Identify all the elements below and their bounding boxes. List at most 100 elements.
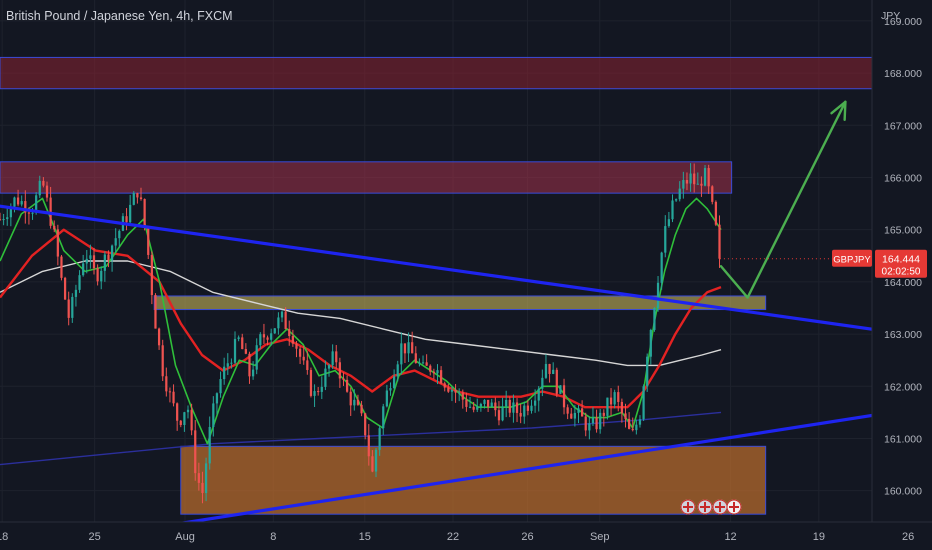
candle-up bbox=[103, 254, 106, 271]
time-tick-label: 25 bbox=[89, 531, 101, 543]
price-tick-label: 165.000 bbox=[884, 225, 922, 237]
candle-down bbox=[411, 342, 414, 354]
candle-up bbox=[219, 379, 222, 394]
candle-down bbox=[143, 199, 146, 228]
candle-up bbox=[703, 168, 707, 186]
time-tick-label: 15 bbox=[359, 531, 371, 543]
chart-title: British Pound / Japanese Yen, 4h, FXCM bbox=[6, 9, 233, 23]
candle-down bbox=[602, 412, 605, 416]
candle-down bbox=[147, 227, 150, 255]
candle-down bbox=[266, 337, 269, 340]
candle-up bbox=[20, 201, 23, 205]
candle-up bbox=[85, 258, 88, 264]
candle-down bbox=[364, 413, 367, 436]
time-tick-label: 19 bbox=[813, 531, 825, 543]
candle-up bbox=[559, 385, 562, 394]
candle-up bbox=[118, 230, 121, 239]
price-tick-label: 166.000 bbox=[884, 172, 922, 184]
projection-arrow[interactable] bbox=[719, 100, 847, 299]
candle-down bbox=[150, 254, 153, 296]
candle-down bbox=[472, 406, 475, 410]
candle-down bbox=[302, 356, 305, 361]
candle-down bbox=[0, 219, 2, 221]
candle-up bbox=[38, 180, 41, 196]
candle-up bbox=[638, 419, 642, 425]
candle-up bbox=[78, 275, 81, 290]
candle-down bbox=[248, 353, 251, 377]
candle-down bbox=[92, 255, 96, 269]
candle-up bbox=[320, 386, 323, 392]
candle-down bbox=[172, 391, 175, 404]
chart-canvas[interactable]: JPY 169.000168.000167.000166.000165.0001… bbox=[0, 0, 932, 550]
candle-up bbox=[270, 333, 273, 340]
time-tick-label: 12 bbox=[724, 531, 736, 543]
candle-up bbox=[653, 307, 656, 330]
candle-down bbox=[345, 379, 349, 392]
candle-up bbox=[74, 289, 78, 297]
candle-up bbox=[110, 245, 114, 261]
candle-up bbox=[476, 406, 479, 410]
candle-up bbox=[649, 329, 652, 357]
candle-down bbox=[295, 343, 298, 349]
candle-down bbox=[125, 216, 128, 223]
candle-up bbox=[689, 173, 692, 184]
candle-down bbox=[360, 404, 363, 414]
time-tick-label: Sep bbox=[590, 531, 610, 543]
candle-up bbox=[208, 426, 211, 464]
symbol-badge-label: GBPJPY bbox=[833, 255, 871, 266]
candle-down bbox=[461, 392, 464, 400]
time-tick-label: Aug bbox=[175, 531, 195, 543]
candle-down bbox=[190, 409, 193, 431]
candle-down bbox=[555, 369, 558, 394]
candle-down bbox=[262, 334, 266, 338]
candle-up bbox=[129, 204, 132, 223]
candle-up bbox=[667, 219, 671, 227]
candle-down bbox=[494, 402, 497, 411]
candle-up bbox=[646, 356, 649, 387]
candle-down bbox=[244, 349, 247, 354]
candle-up bbox=[259, 334, 262, 346]
candle-down bbox=[176, 403, 179, 421]
time-tick-label: 22 bbox=[447, 531, 459, 543]
candle-down bbox=[335, 351, 338, 363]
candle-down bbox=[414, 353, 417, 364]
candle-up bbox=[273, 328, 276, 334]
candle-up bbox=[31, 212, 34, 214]
candle-up bbox=[671, 200, 674, 220]
candle-up bbox=[533, 400, 537, 406]
candle-up bbox=[280, 311, 284, 318]
trendline-upper[interactable] bbox=[0, 204, 927, 339]
candle-down bbox=[157, 328, 161, 346]
candle-up bbox=[577, 408, 580, 413]
candle-down bbox=[425, 362, 428, 366]
candle-down bbox=[584, 416, 587, 431]
time-axis-background bbox=[0, 522, 932, 550]
last-price-badges: GBPJPY 164.44402:02:50 bbox=[832, 249, 927, 278]
candle-up bbox=[392, 376, 396, 389]
candle-down bbox=[342, 378, 345, 380]
zone-orange bbox=[180, 445, 767, 515]
candle-down bbox=[497, 410, 501, 421]
candle-up bbox=[541, 377, 544, 389]
candle-up bbox=[573, 412, 577, 419]
projection-arrow-path[interactable] bbox=[719, 100, 847, 299]
candle-down bbox=[711, 186, 714, 202]
candle-up bbox=[656, 282, 660, 308]
candle-down bbox=[707, 168, 710, 187]
candle-up bbox=[132, 193, 135, 205]
candle-up bbox=[552, 369, 555, 374]
candle-down bbox=[508, 399, 511, 413]
candle-down bbox=[624, 413, 627, 419]
candle-down bbox=[16, 197, 20, 205]
candle-up bbox=[204, 463, 208, 494]
candle-up bbox=[544, 363, 548, 378]
candle-up bbox=[255, 345, 258, 370]
candle-up bbox=[71, 296, 74, 318]
candle-down bbox=[67, 299, 70, 318]
candle-down bbox=[284, 311, 287, 329]
candle-down bbox=[570, 413, 573, 419]
candle-up bbox=[591, 417, 595, 424]
candle-down bbox=[201, 482, 204, 494]
time-axis[interactable]: 18 25 Aug 8 15 22 26 Sep 12 19 26 bbox=[0, 521, 932, 550]
moving-average-ma-slow bbox=[0, 260, 722, 367]
